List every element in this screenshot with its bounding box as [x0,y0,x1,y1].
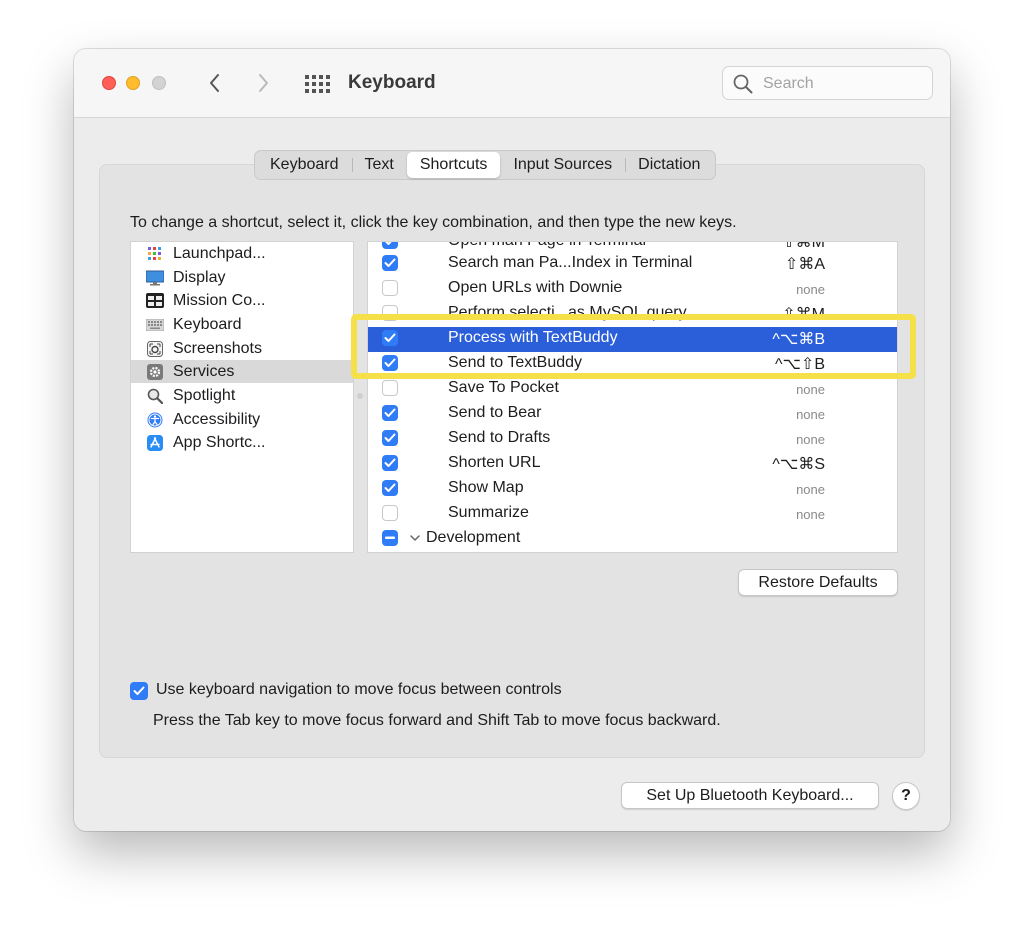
tab-dictation[interactable]: Dictation [625,152,713,178]
category-app-shortcuts[interactable]: App Shortc... [131,431,353,454]
service-name: Open man Page in Terminal [448,242,646,250]
mission-control-icon [146,292,164,310]
service-shortcut[interactable]: none [796,482,825,497]
service-name: Show Map [448,479,524,496]
category-label: Spotlight [173,386,236,404]
service-shortcut[interactable]: ⇧⌘M [782,242,825,252]
category-label: Services [173,362,235,380]
chevron-down-icon[interactable] [410,534,420,542]
screenshot-icon [146,340,164,358]
service-checkbox[interactable] [382,505,398,521]
service-shortcut[interactable]: none [796,507,825,522]
service-checkbox[interactable] [382,280,398,296]
instructions-text: To change a shortcut, select it, click t… [130,214,737,231]
service-row[interactable]: Summarize none [368,502,897,527]
category-mission-control[interactable]: Mission Co... [131,289,353,312]
display-icon [146,269,164,287]
category-label: Mission Co... [173,291,266,309]
title-bar: Keyboard [74,49,950,118]
highlight-frame [351,314,916,379]
tab-keyboard[interactable]: Keyboard [257,152,352,178]
gear-icon [146,363,164,381]
service-row[interactable]: Search man Pa...Index in Terminal ⇧⌘A [368,252,897,277]
category-label: Launchpad... [173,244,266,262]
minimize-window-button[interactable] [126,76,140,90]
keyboard-navigation-hint: Press the Tab key to move focus forward … [153,712,721,729]
category-label: Display [173,268,226,286]
category-launchpad[interactable]: Launchpad... [131,242,353,265]
search-input[interactable] [761,73,925,95]
category-label: Accessibility [173,410,261,428]
service-shortcut[interactable]: none [796,432,825,447]
show-all-grid-icon[interactable] [304,74,330,94]
service-checkbox[interactable] [382,480,398,496]
split-view-divider[interactable] [357,393,363,399]
service-checkbox[interactable] [382,455,398,471]
tab-text[interactable]: Text [351,152,407,178]
accessibility-icon [146,411,164,429]
service-name: Shorten URL [448,454,541,471]
service-checkbox[interactable] [382,380,398,396]
search-icon [733,74,753,94]
service-name: Send to Bear [448,404,542,421]
service-shortcut[interactable]: none [796,407,825,422]
category-accessibility[interactable]: Accessibility [131,408,353,431]
service-row[interactable]: Open URLs with Downie none [368,277,897,302]
tab-input-sources[interactable]: Input Sources [500,152,625,178]
close-window-button[interactable] [102,76,116,90]
service-shortcut[interactable]: ^⌥⌘S [772,454,825,474]
app-store-icon [146,434,164,452]
category-label: Keyboard [173,315,242,333]
service-shortcut[interactable]: none [796,282,825,297]
keyboard-preferences-window: Keyboard Keyboard Text Shortcuts Input S… [74,49,950,831]
back-chevron-icon[interactable] [204,69,226,97]
zoom-window-button[interactable] [152,76,166,90]
keyboard-navigation-label: Use keyboard navigation to move focus be… [156,681,562,698]
service-row[interactable]: Save To Pocket none [368,377,897,402]
group-checkbox[interactable] [382,530,398,546]
service-row[interactable]: Send to Drafts none [368,427,897,452]
service-checkbox[interactable] [382,242,398,249]
service-row[interactable]: Send to Bear none [368,402,897,427]
setup-bluetooth-keyboard-button[interactable]: Set Up Bluetooth Keyboard... [621,782,879,809]
keyboard-icon [146,316,164,334]
services-shortcut-list: Open man Page in Terminal ⇧⌘M Search man… [367,241,898,553]
keyboard-navigation-checkbox[interactable] [130,682,148,700]
service-name: Summarize [448,504,529,521]
restore-defaults-button[interactable]: Restore Defaults [738,569,898,596]
category-services[interactable]: Services [131,360,353,383]
shortcut-category-list: Launchpad... Display Mission Co... Keybo… [130,241,354,553]
service-name: Open URLs with Downie [448,279,623,296]
group-name: Development [426,529,521,546]
category-keyboard[interactable]: Keyboard [131,313,353,336]
launchpad-icon [146,245,164,263]
service-row[interactable]: Shorten URL ^⌥⌘S [368,452,897,477]
service-name: Save To Pocket [448,379,559,396]
search-field[interactable] [722,66,933,100]
service-checkbox[interactable] [382,405,398,421]
window-title: Keyboard [348,72,436,93]
category-label: Screenshots [173,339,262,357]
service-name: Search man Pa...Index in Terminal [448,254,693,271]
forward-chevron-icon[interactable] [252,69,274,97]
category-screenshots[interactable]: Screenshots [131,337,353,360]
service-shortcut[interactable]: none [796,382,825,397]
category-label: App Shortc... [173,433,266,451]
category-display[interactable]: Display [131,266,353,289]
category-spotlight[interactable]: Spotlight [131,384,353,407]
tab-bar: Keyboard Text Shortcuts Input Sources Di… [254,150,717,180]
service-checkbox[interactable] [382,255,398,271]
service-row[interactable]: Show Map none [368,477,897,502]
service-name: Send to Drafts [448,429,551,446]
magnifier-icon [146,387,164,405]
help-button[interactable]: ? [892,782,920,810]
service-shortcut[interactable]: ⇧⌘A [785,254,825,274]
service-group-row[interactable]: Development [368,527,897,552]
service-checkbox[interactable] [382,430,398,446]
tab-shortcuts[interactable]: Shortcuts [406,152,501,178]
